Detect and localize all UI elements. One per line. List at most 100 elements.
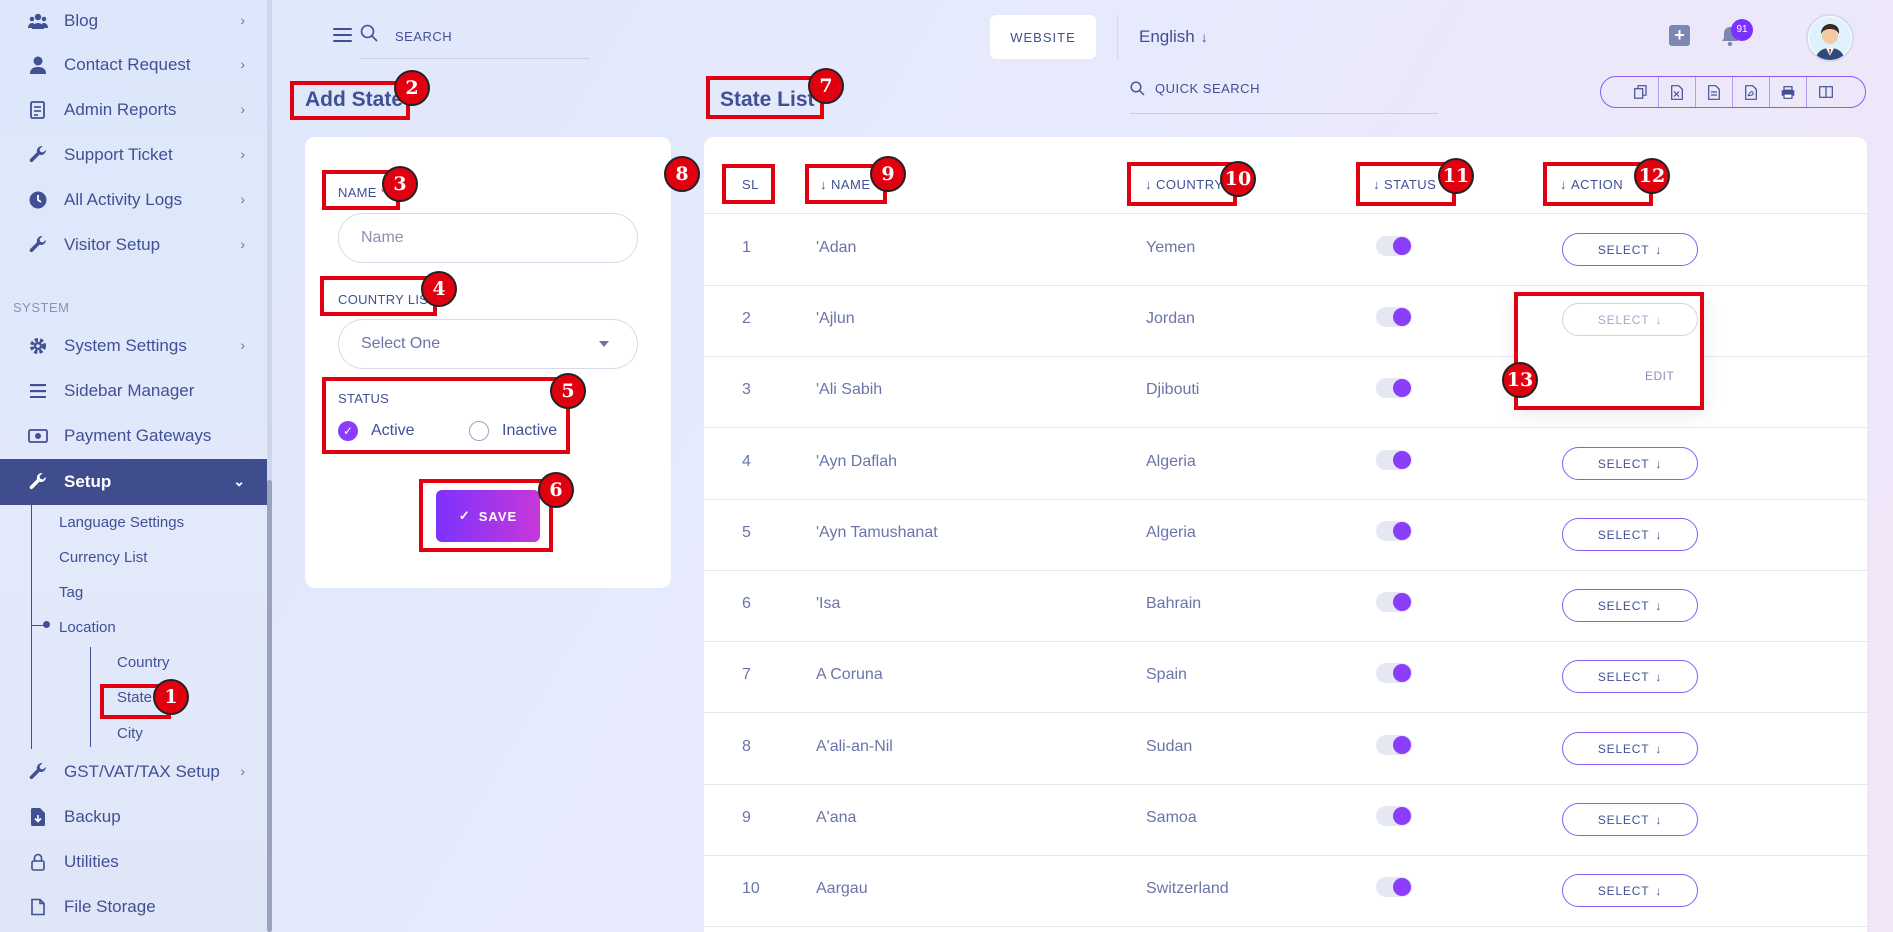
- export-button-group: [1600, 76, 1866, 108]
- print-icon[interactable]: [1770, 77, 1807, 107]
- select-button[interactable]: SELECT ↓: [1562, 660, 1698, 693]
- columns-icon[interactable]: [1807, 77, 1844, 107]
- name-field[interactable]: Name: [338, 213, 638, 263]
- country-select[interactable]: Select One: [338, 319, 638, 369]
- pdf-icon[interactable]: [1733, 77, 1770, 107]
- table-cell-sl: 10: [742, 880, 760, 897]
- sidebar-subitem-city[interactable]: City: [117, 725, 143, 742]
- quick-search-placeholder: QUICK SEARCH: [1155, 81, 1260, 96]
- sidebar-item-file-storage[interactable]: File Storage: [0, 885, 267, 929]
- search-icon: [1130, 81, 1145, 96]
- sidebar-item-system-settings[interactable]: System Settings ›: [0, 324, 267, 368]
- sidebar-item-admin-reports[interactable]: Admin Reports ›: [0, 88, 267, 132]
- table-cell-name: 'Ajlun: [816, 310, 855, 327]
- status-toggle[interactable]: [1376, 378, 1412, 398]
- sidebar-subitem-country[interactable]: Country: [117, 654, 170, 671]
- status-toggle[interactable]: [1376, 663, 1412, 683]
- chevron-right-icon: ›: [240, 146, 245, 162]
- status-toggle[interactable]: [1376, 521, 1412, 541]
- sidebar-item-visitor-setup[interactable]: Visitor Setup ›: [0, 223, 267, 267]
- avatar[interactable]: [1806, 14, 1854, 62]
- select-button[interactable]: SELECT ↓: [1562, 233, 1698, 266]
- status-toggle[interactable]: [1376, 236, 1412, 256]
- quick-search-input[interactable]: QUICK SEARCH: [1130, 81, 1260, 96]
- select-button[interactable]: SELECT ↓: [1562, 803, 1698, 836]
- sidebar-subitem-tag[interactable]: Tag: [59, 584, 83, 601]
- sidebar-section-system: SYSTEM: [13, 300, 70, 315]
- chevron-right-icon: ›: [240, 191, 245, 207]
- sidebar-item-support-ticket[interactable]: Support Ticket ›: [0, 133, 267, 177]
- select-button[interactable]: SELECT ↓: [1562, 447, 1698, 480]
- lock-icon: [28, 852, 48, 872]
- caret-down-icon: [599, 341, 609, 347]
- csv-icon[interactable]: [1696, 77, 1733, 107]
- sidebar-item-utilities[interactable]: Utilities: [0, 840, 267, 884]
- arrow-down-icon: ↓: [1200, 29, 1208, 45]
- sidebar-subitem-location[interactable]: Location: [59, 619, 116, 636]
- excel-icon[interactable]: [1659, 77, 1696, 107]
- file-download-icon: [28, 807, 48, 827]
- search-input[interactable]: SEARCH: [395, 29, 452, 44]
- status-toggle[interactable]: [1376, 450, 1412, 470]
- file-icon: [28, 897, 48, 917]
- report-icon: [28, 100, 48, 120]
- sidebar-item-label: Backup: [64, 807, 121, 826]
- annotation-marker: 7: [808, 68, 844, 104]
- sidebar-item-gst-vat-tax-setup[interactable]: GST/VAT/TAX Setup ›: [0, 750, 267, 794]
- row-divider: [704, 285, 1867, 286]
- sidebar-item-contact-request[interactable]: Contact Request ›: [0, 43, 267, 87]
- status-toggle[interactable]: [1376, 806, 1412, 826]
- copy-icon[interactable]: [1622, 77, 1659, 107]
- language-label: English: [1139, 27, 1195, 46]
- status-toggle[interactable]: [1376, 877, 1412, 897]
- select-button[interactable]: SELECT ↓: [1562, 518, 1698, 551]
- status-toggle[interactable]: [1376, 735, 1412, 755]
- plus-square-icon[interactable]: +: [1669, 25, 1690, 46]
- table-cell-sl: 5: [742, 524, 751, 541]
- sidebar-item-all-activity-logs[interactable]: All Activity Logs ›: [0, 178, 267, 222]
- table-cell-country: Switzerland: [1146, 880, 1229, 897]
- select-label: SELECT: [1597, 527, 1650, 542]
- status-toggle[interactable]: [1376, 592, 1412, 612]
- sidebar-subitem-currency-list[interactable]: Currency List: [59, 549, 147, 566]
- sidebar-item-label: Contact Request: [64, 55, 191, 74]
- sidebar-item-payment-gateways[interactable]: Payment Gateways: [0, 414, 267, 458]
- website-button[interactable]: WEBSITE: [990, 15, 1096, 59]
- money-icon: [28, 426, 48, 446]
- sidebar-item-backup[interactable]: Backup: [0, 795, 267, 839]
- name-placeholder: Name: [361, 229, 404, 246]
- arrow-down-icon: ↓: [1655, 527, 1663, 542]
- toggle-knob: [1393, 593, 1411, 611]
- avatar-icon: [1809, 17, 1851, 60]
- sidebar-item-label: Setup: [64, 472, 112, 491]
- table-cell-name: 'Ali Sabih: [816, 381, 883, 398]
- users-icon: [28, 11, 48, 31]
- row-divider: [704, 712, 1867, 713]
- arrow-down-icon: ↓: [1655, 242, 1663, 257]
- select-button[interactable]: SELECT ↓: [1562, 874, 1698, 907]
- sidebar-item-blog[interactable]: Blog ›: [0, 0, 267, 43]
- annotation-box: [320, 276, 437, 316]
- arrow-down-icon: ↓: [1655, 669, 1663, 684]
- row-divider: [704, 784, 1867, 785]
- sidebar-subitem-language-settings[interactable]: Language Settings: [59, 514, 184, 531]
- sidebar-item-label: Utilities: [64, 852, 119, 871]
- select-label: SELECT: [1597, 812, 1650, 827]
- status-toggle[interactable]: [1376, 307, 1412, 327]
- table-cell-sl: 3: [742, 381, 751, 398]
- sidebar-item-label: Blog: [64, 11, 99, 30]
- sidebar-item-sidebar-manager[interactable]: Sidebar Manager: [0, 369, 267, 413]
- country-select-value: Select One: [361, 335, 441, 352]
- sidebar-scrollbar-thumb[interactable]: [267, 480, 272, 932]
- sidebar-item-label: Admin Reports: [64, 100, 177, 119]
- language-select[interactable]: English ↓: [1139, 27, 1208, 47]
- annotation-marker: 8: [664, 156, 700, 192]
- table-cell-name: A Coruna: [816, 666, 883, 683]
- menu-toggle-icon[interactable]: [333, 28, 352, 42]
- select-button[interactable]: SELECT ↓: [1562, 589, 1698, 622]
- sidebar-item-setup[interactable]: Setup ⌄: [0, 459, 267, 505]
- table-cell-name: 'Ayn Tamushanat: [816, 524, 938, 541]
- select-button[interactable]: SELECT ↓: [1562, 732, 1698, 765]
- annotation-box: [706, 76, 824, 119]
- notification-badge: 91: [1731, 19, 1753, 41]
